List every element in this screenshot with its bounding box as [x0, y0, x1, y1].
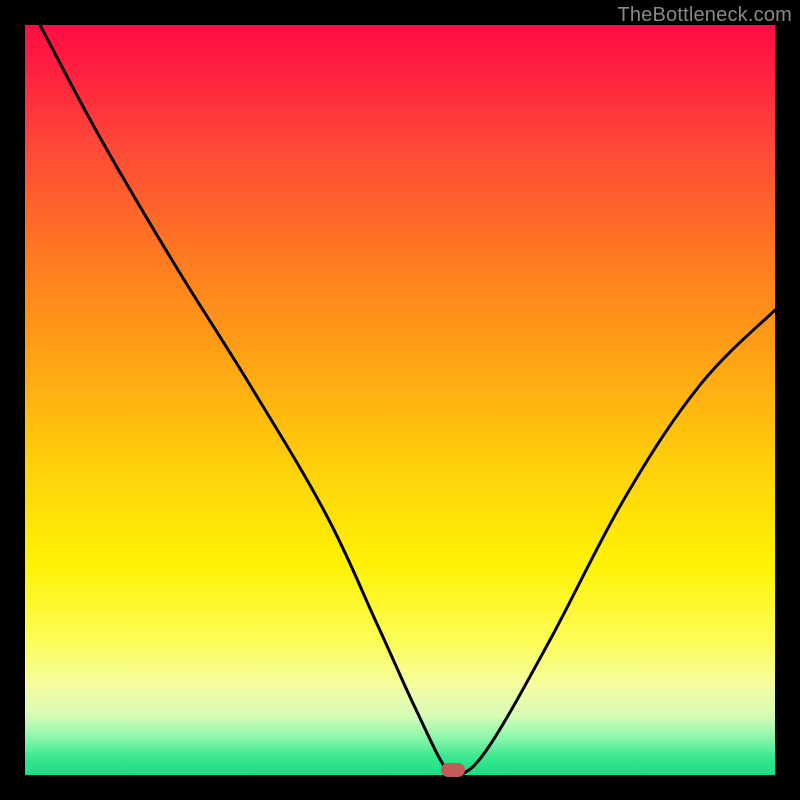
chart-frame: TheBottleneck.com [0, 0, 800, 800]
watermark-label: TheBottleneck.com [617, 4, 792, 27]
optimal-point-marker [441, 763, 465, 777]
gradient-background [25, 25, 775, 775]
plot-area [25, 25, 775, 775]
